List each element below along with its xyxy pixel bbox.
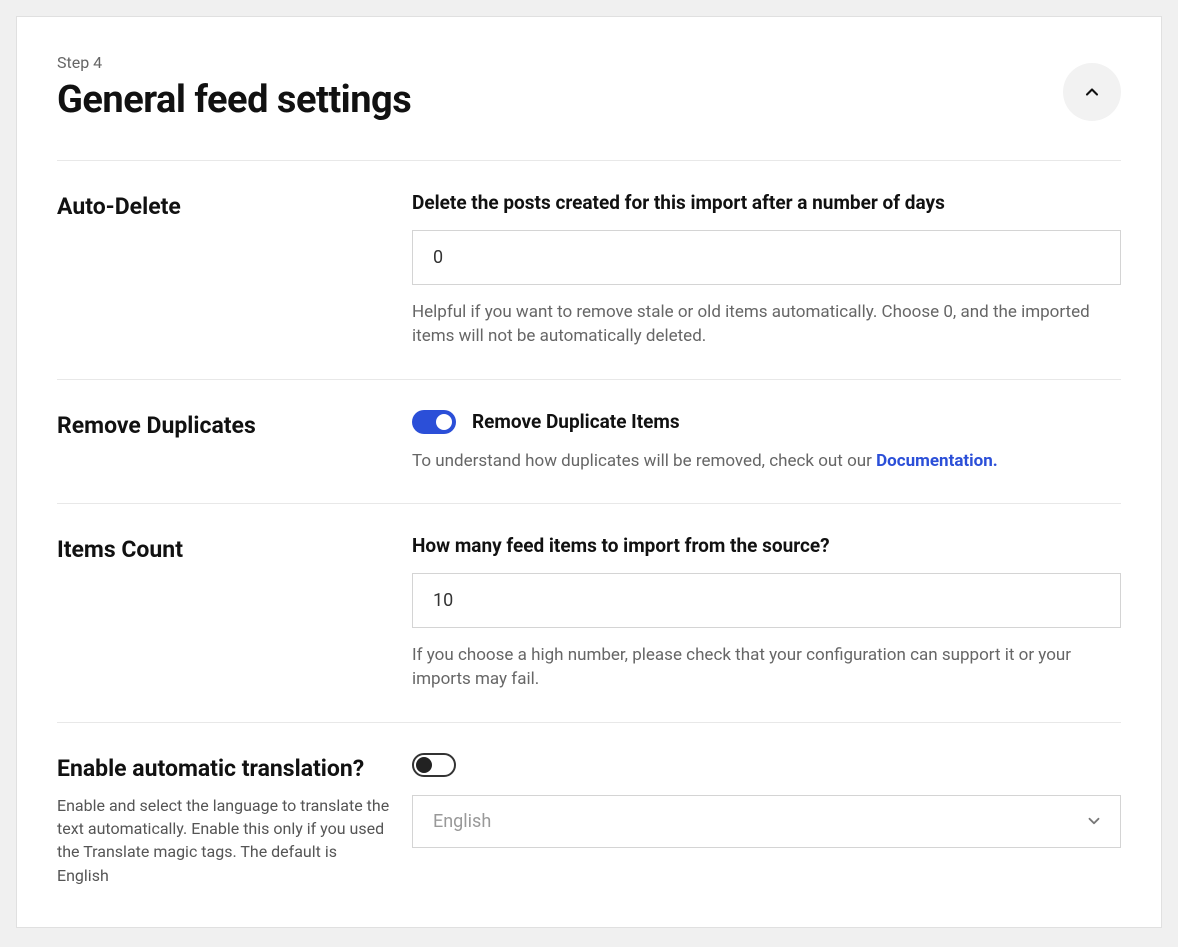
help-prefix: To understand how duplicates will be rem… xyxy=(412,451,876,471)
remove-duplicates-label: Remove Duplicates xyxy=(57,410,392,441)
chevron-up-icon xyxy=(1082,82,1102,102)
remove-duplicates-toggle[interactable] xyxy=(412,410,456,434)
row-left: Auto-Delete xyxy=(57,191,412,349)
remove-duplicates-help: To understand how duplicates will be rem… xyxy=(412,450,1121,474)
translation-toggle[interactable] xyxy=(412,753,456,777)
items-count-field-label: How many feed items to import from the s… xyxy=(412,534,1121,557)
remove-duplicates-row: Remove Duplicates Remove Duplicate Items… xyxy=(57,380,1121,505)
panel-header: Step 4 General feed settings xyxy=(57,53,1121,161)
items-count-row: Items Count How many feed items to impor… xyxy=(57,504,1121,723)
auto-delete-row: Auto-Delete Delete the posts created for… xyxy=(57,161,1121,380)
settings-panel: Step 4 General feed settings Auto-Delete… xyxy=(16,16,1162,928)
items-count-help: If you choose a high number, please chec… xyxy=(412,644,1121,692)
items-count-input[interactable] xyxy=(412,573,1121,628)
items-count-label: Items Count xyxy=(57,534,392,565)
toggle-row: Remove Duplicate Items xyxy=(412,410,1121,434)
step-label: Step 4 xyxy=(57,53,1063,72)
toggle-knob xyxy=(416,757,432,773)
auto-delete-field-label: Delete the posts created for this import… xyxy=(412,191,1121,214)
translation-row: Enable automatic translation? Enable and… xyxy=(57,723,1121,887)
translation-label: Enable automatic translation? xyxy=(57,753,392,784)
remove-duplicates-toggle-label: Remove Duplicate Items xyxy=(472,410,680,433)
row-left: Remove Duplicates xyxy=(57,410,412,474)
row-left: Enable automatic translation? Enable and… xyxy=(57,753,412,887)
toggle-knob xyxy=(436,414,452,430)
collapse-button[interactable] xyxy=(1063,63,1121,121)
language-select[interactable]: English xyxy=(412,795,1121,848)
translation-sublabel: Enable and select the language to transl… xyxy=(57,794,392,887)
header-text: Step 4 General feed settings xyxy=(57,53,1063,122)
row-right: Remove Duplicate Items To understand how… xyxy=(412,410,1121,474)
documentation-link[interactable]: Documentation. xyxy=(876,451,998,471)
auto-delete-label: Auto-Delete xyxy=(57,191,392,222)
auto-delete-input[interactable] xyxy=(412,230,1121,285)
language-select-wrap: English xyxy=(412,795,1121,848)
row-right: Delete the posts created for this import… xyxy=(412,191,1121,349)
page-title: General feed settings xyxy=(57,78,1063,122)
auto-delete-help: Helpful if you want to remove stale or o… xyxy=(412,301,1121,349)
row-left: Items Count xyxy=(57,534,412,692)
row-right: English xyxy=(412,753,1121,887)
row-right: How many feed items to import from the s… xyxy=(412,534,1121,692)
